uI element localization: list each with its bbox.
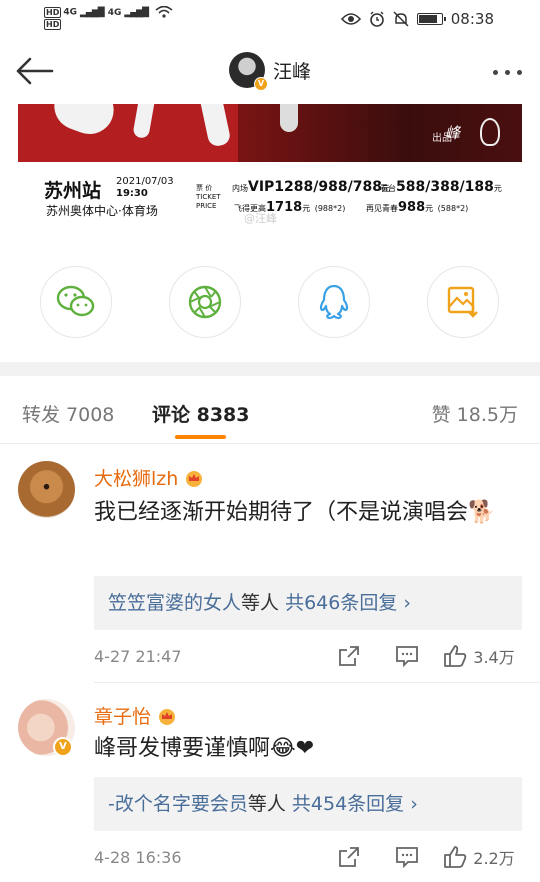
commenter-avatar[interactable]: [18, 461, 75, 518]
post-header: V 汪峰: [0, 40, 540, 104]
thumbs-up-icon: [444, 645, 467, 667]
signal-icon: ▂▄▆█: [80, 7, 105, 18]
laugh-heart-emoji-icon: 😂❤: [270, 736, 315, 761]
share-qq-button[interactable]: [298, 266, 370, 338]
author-profile[interactable]: V 汪峰: [229, 52, 311, 91]
wifi-icon: [155, 5, 173, 18]
verified-badge-icon: V: [53, 737, 73, 757]
comment-actions: 3.4万: [320, 644, 522, 668]
youth-package-price: 再见青春988元 (588*2): [366, 200, 469, 215]
comment-icon: [396, 646, 418, 667]
battery-icon: [416, 13, 446, 25]
commenter-name[interactable]: 章子怡: [94, 702, 177, 729]
hd-indicator: HD: [44, 6, 62, 18]
comment-divider: [94, 682, 540, 683]
concert-datetime: 2021/07/03 19:30: [116, 176, 174, 199]
reply-user-link[interactable]: -改个名字要会员: [108, 793, 248, 815]
reply-button[interactable]: [378, 845, 436, 869]
active-tab-indicator: [175, 435, 226, 439]
like-count: 3.4万: [473, 648, 515, 667]
concert-city: 苏州站: [44, 180, 102, 202]
comment-text: 我已经逐渐开始期待了（不是说演唱会🐕: [94, 500, 496, 525]
poster-logo: [480, 118, 500, 146]
image-watermark: @汪峰: [244, 212, 277, 225]
forward-button[interactable]: [320, 644, 378, 668]
crown-icon: [186, 470, 203, 487]
replies-preview[interactable]: 笠笠富婆的女人等人 共646条回复 ›: [94, 576, 522, 630]
forward-button[interactable]: [320, 845, 378, 869]
comment-time: 4-28 16:36: [94, 848, 182, 867]
save-image-button[interactable]: [427, 266, 499, 338]
author-name[interactable]: 汪峰: [273, 57, 311, 84]
reply-button[interactable]: [378, 644, 436, 668]
reply-count-link[interactable]: 共454条回复: [292, 793, 404, 815]
signal-icon-2: ▂▄▆█: [124, 7, 149, 18]
poster-signature: 峰: [444, 124, 460, 142]
share-moments-button[interactable]: [169, 266, 241, 338]
replies-preview[interactable]: -改个名字要会员等人 共454条回复 ›: [94, 777, 522, 831]
network-type-2: 4G: [107, 7, 122, 18]
ticket-price-label: 票 价 TICKET PRICE: [196, 184, 221, 210]
reply-count-link[interactable]: 共646条回复: [285, 592, 397, 614]
share-row: [0, 266, 540, 340]
chevron-right-icon: ›: [403, 592, 411, 614]
alarm-icon: [369, 11, 384, 27]
comment-icon: [396, 847, 418, 868]
stand-prices: 看台588/388/188元: [380, 179, 502, 195]
commenter-name[interactable]: 大松狮lzh: [94, 464, 204, 491]
like-button[interactable]: 3.4万: [436, 644, 522, 668]
status-bar: HD 4G ▂▄▆█ 4G ▂▄▆█ HD 08:38: [0, 0, 540, 40]
qq-icon: [319, 284, 349, 320]
hd-indicator-2: HD: [44, 18, 62, 30]
reply-user-link[interactable]: 笠笠富婆的女人: [108, 592, 241, 614]
verified-badge-icon: V: [254, 77, 268, 91]
inner-field-prices: 内场VIP1288/988/788元: [232, 179, 390, 195]
interaction-tabs: 转发 7008 评论 8383 赞 18.5万: [0, 376, 540, 444]
network-status: HD 4G ▂▄▆█ 4G ▂▄▆█ HD: [44, 5, 173, 31]
share-icon: [339, 646, 359, 666]
network-type-1: 4G: [63, 7, 77, 18]
moments-icon: [188, 285, 222, 319]
save-image-icon: [447, 286, 478, 318]
author-avatar[interactable]: V: [229, 52, 268, 91]
tab-reposts[interactable]: 转发 7008: [22, 400, 114, 427]
comment-text: 峰哥发博要谨慎啊😂❤: [94, 736, 315, 761]
crown-icon: [159, 708, 176, 725]
share-wechat-button[interactable]: [40, 266, 112, 338]
like-count: 2.2万: [473, 849, 515, 868]
ticket-info: 苏州站 2021/07/03 19:30 苏州奥体中心·体育场 票 价 TICKET…: [18, 170, 522, 230]
more-options-icon[interactable]: [493, 70, 522, 75]
tab-likes[interactable]: 赞 18.5万: [432, 400, 518, 427]
chevron-right-icon: ›: [410, 793, 418, 815]
comment-actions: 2.2万: [320, 845, 522, 869]
status-icons: 08:38: [340, 10, 494, 28]
share-icon: [339, 847, 359, 867]
comment-time: 4-27 21:47: [94, 647, 182, 666]
tab-comments[interactable]: 评论 8383: [152, 400, 250, 427]
section-divider: [0, 362, 540, 376]
concert-venue: 苏州奥体中心·体育场: [46, 204, 158, 218]
thumbs-up-icon: [444, 846, 467, 868]
poster-image[interactable]: 出品 峰: [18, 104, 522, 162]
like-button[interactable]: 2.2万: [436, 845, 522, 869]
wechat-icon: [56, 285, 95, 317]
clock: 08:38: [450, 10, 494, 28]
eye-icon: [340, 13, 361, 25]
mute-icon: [393, 11, 409, 27]
back-arrow-icon[interactable]: [14, 55, 54, 87]
doge-emoji-icon: 🐕: [468, 500, 496, 525]
